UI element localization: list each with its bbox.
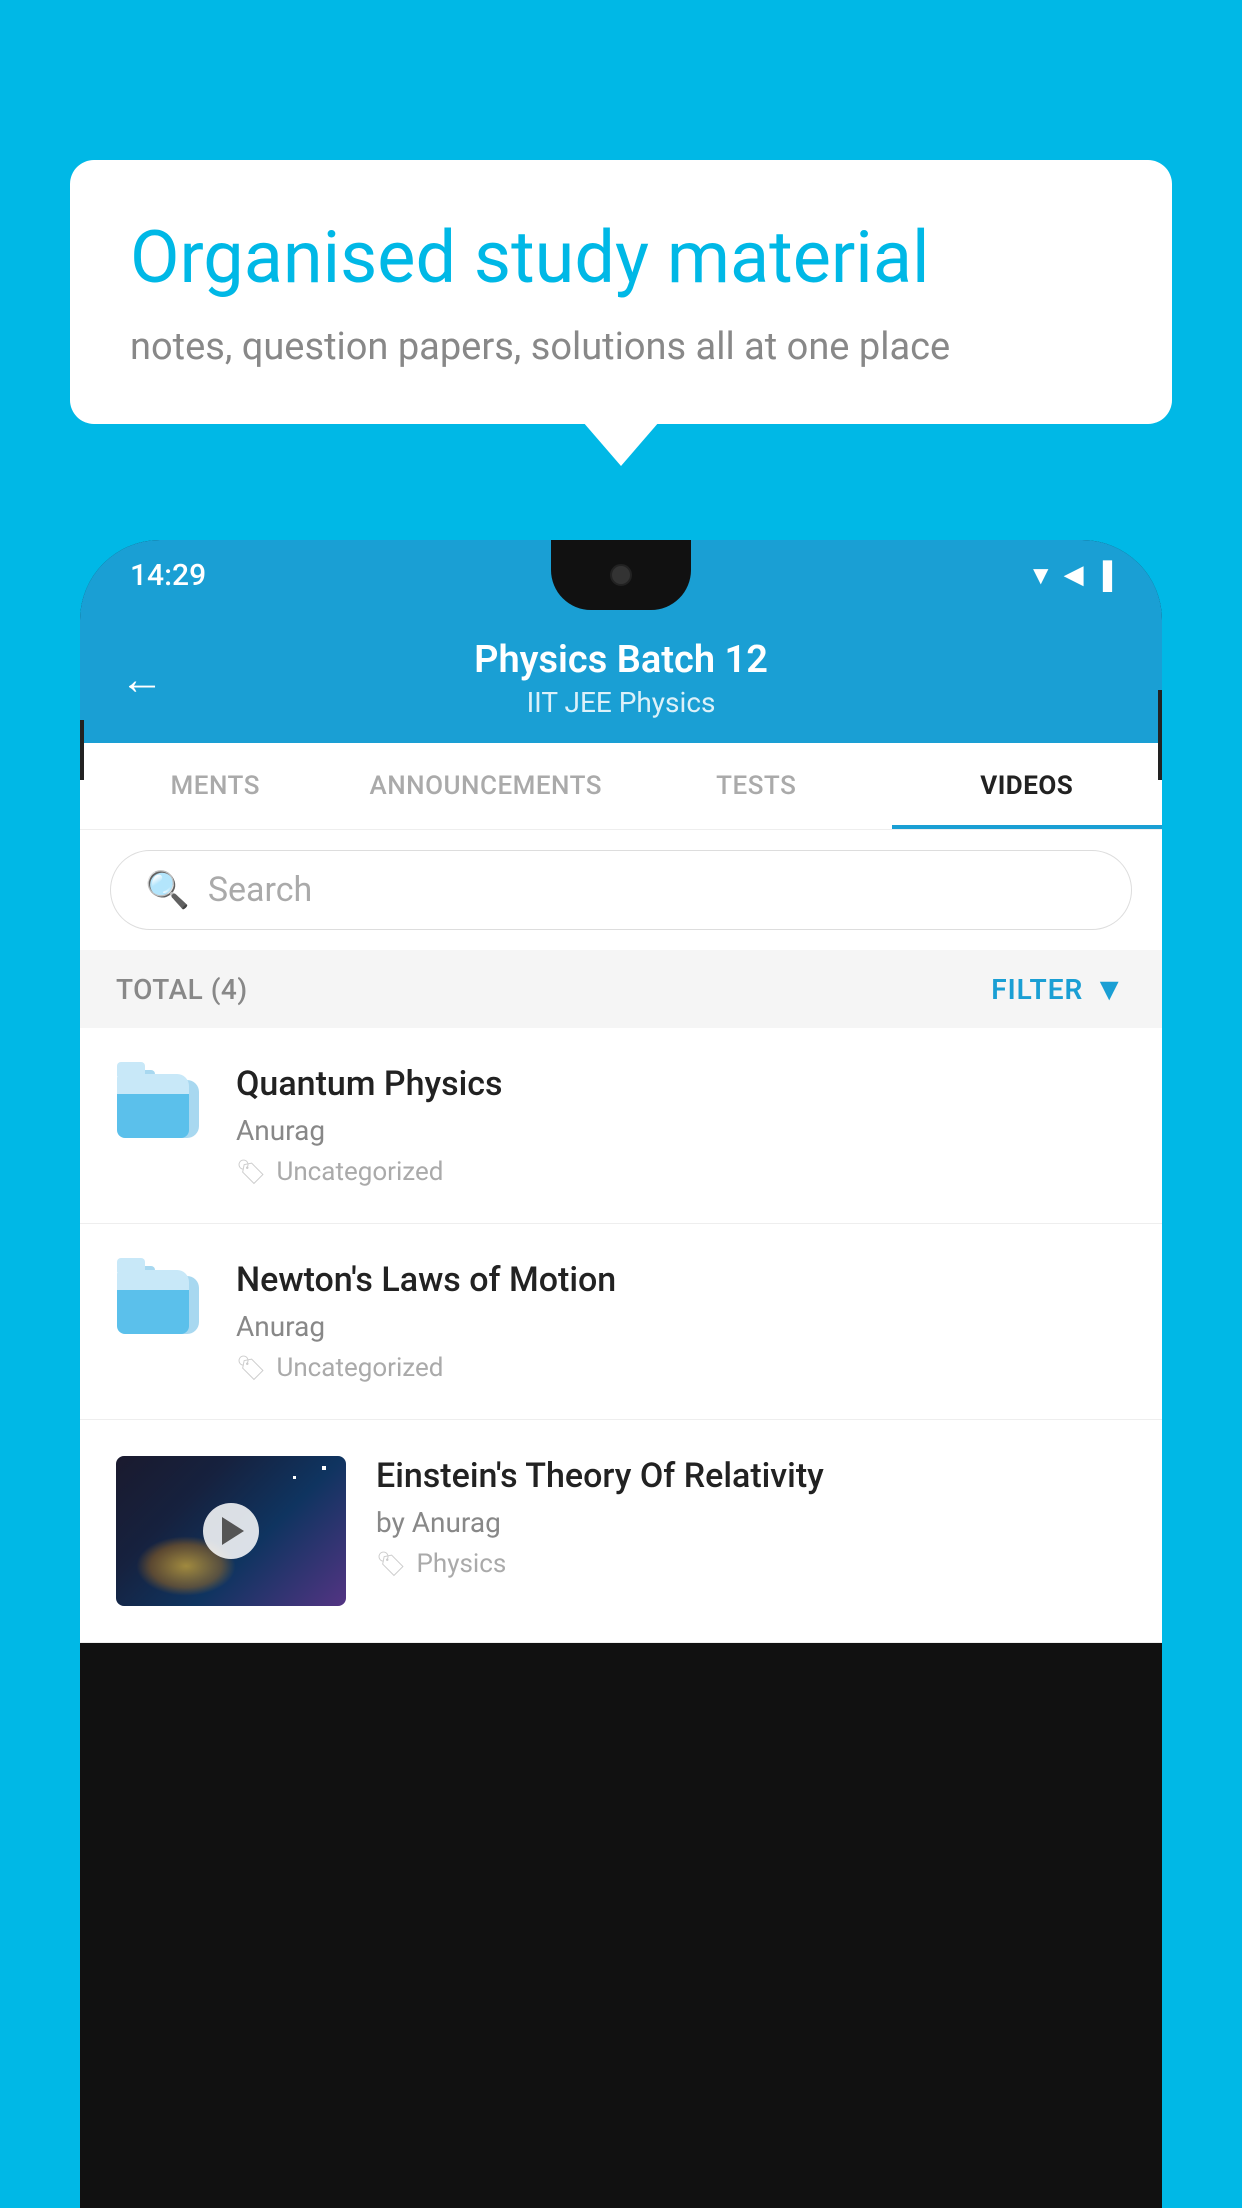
tag-icon: 🏷 bbox=[236, 1158, 266, 1186]
folder-front bbox=[117, 1094, 189, 1138]
tab-announcements[interactable]: ANNOUNCEMENTS bbox=[351, 743, 622, 829]
item-info-einstein: Einstein's Theory Of Relativity by Anura… bbox=[376, 1456, 1126, 1579]
front-camera bbox=[610, 564, 632, 586]
back-button[interactable]: ← bbox=[120, 657, 164, 701]
item-author: by Anurag bbox=[376, 1506, 1126, 1539]
tab-tests[interactable]: TESTS bbox=[621, 743, 892, 829]
battery-icon: ▐ bbox=[1094, 560, 1112, 591]
total-count-label: TOTAL (4) bbox=[116, 973, 248, 1006]
item-tag: 🏷 Physics bbox=[376, 1549, 1126, 1579]
notch bbox=[551, 540, 691, 610]
video-list: Quantum Physics Anurag 🏷 Uncategorized bbox=[80, 1028, 1162, 1643]
list-item[interactable]: Newton's Laws of Motion Anurag 🏷 Uncateg… bbox=[80, 1224, 1162, 1420]
status-time: 14:29 bbox=[130, 558, 206, 593]
item-thumbnail-newton bbox=[116, 1260, 206, 1360]
search-bar-wrapper: 🔍 Search bbox=[80, 830, 1162, 950]
status-icons: ▼ ◀ ▐ bbox=[1028, 560, 1112, 591]
item-info-quantum: Quantum Physics Anurag 🏷 Uncategorized bbox=[236, 1064, 1126, 1187]
item-title: Quantum Physics bbox=[236, 1064, 1126, 1104]
app-header: ← Physics Batch 12 IIT JEE Physics bbox=[80, 610, 1162, 743]
filter-button[interactable]: FILTER ▼ bbox=[991, 970, 1126, 1008]
item-tag-label: Uncategorized bbox=[276, 1157, 443, 1187]
filter-label: FILTER bbox=[991, 973, 1083, 1006]
folder-front bbox=[117, 1290, 189, 1334]
item-title: Newton's Laws of Motion bbox=[236, 1260, 1126, 1300]
tab-videos[interactable]: VIDEOS bbox=[892, 743, 1163, 829]
tabs-bar: MENTS ANNOUNCEMENTS TESTS VIDEOS bbox=[80, 743, 1162, 830]
header-title-group: Physics Batch 12 IIT JEE Physics bbox=[184, 638, 1058, 719]
wifi-icon: ▼ bbox=[1028, 560, 1054, 591]
item-thumbnail-quantum bbox=[116, 1064, 206, 1164]
item-info-newton: Newton's Laws of Motion Anurag 🏷 Uncateg… bbox=[236, 1260, 1126, 1383]
header-subtitle: IIT JEE Physics bbox=[184, 686, 1058, 719]
filter-bar: TOTAL (4) FILTER ▼ bbox=[80, 950, 1162, 1028]
filter-icon: ▼ bbox=[1093, 970, 1126, 1008]
tab-ments[interactable]: MENTS bbox=[80, 743, 351, 829]
star-2 bbox=[293, 1476, 296, 1479]
folder-icon bbox=[117, 1070, 205, 1158]
item-tag-label: Uncategorized bbox=[276, 1353, 443, 1383]
item-tag: 🏷 Uncategorized bbox=[236, 1353, 1126, 1383]
folder-icon bbox=[117, 1266, 205, 1354]
tag-icon: 🏷 bbox=[376, 1550, 406, 1578]
folder-main bbox=[117, 1074, 189, 1132]
item-author: Anurag bbox=[236, 1310, 1126, 1343]
folder-main bbox=[117, 1270, 189, 1328]
signal-icon: ◀ bbox=[1064, 560, 1084, 590]
tab-tests-label: TESTS bbox=[716, 771, 796, 801]
list-item[interactable]: Quantum Physics Anurag 🏷 Uncategorized bbox=[80, 1028, 1162, 1224]
tab-videos-label: VIDEOS bbox=[980, 771, 1073, 801]
header-title: Physics Batch 12 bbox=[184, 638, 1058, 682]
tab-ments-label: MENTS bbox=[171, 771, 260, 801]
star-1 bbox=[322, 1466, 326, 1470]
phone-shell: 14:29 ▼ ◀ ▐ ← Physics Batch 12 IIT JEE P… bbox=[80, 540, 1162, 2208]
search-input[interactable]: Search bbox=[208, 870, 1097, 910]
play-button[interactable] bbox=[203, 1503, 259, 1559]
tag-icon: 🏷 bbox=[236, 1354, 266, 1382]
search-bar[interactable]: 🔍 Search bbox=[110, 850, 1132, 930]
status-bar: 14:29 ▼ ◀ ▐ bbox=[80, 540, 1162, 610]
item-video-thumbnail-einstein bbox=[116, 1456, 346, 1606]
list-item[interactable]: Einstein's Theory Of Relativity by Anura… bbox=[80, 1420, 1162, 1643]
speech-bubble-title: Organised study material bbox=[130, 215, 1112, 301]
search-icon: 🔍 bbox=[145, 869, 190, 911]
item-author: Anurag bbox=[236, 1114, 1126, 1147]
speech-bubble: Organised study material notes, question… bbox=[70, 160, 1172, 424]
play-icon bbox=[222, 1517, 244, 1545]
tab-announcements-label: ANNOUNCEMENTS bbox=[369, 771, 602, 801]
item-title: Einstein's Theory Of Relativity bbox=[376, 1456, 1126, 1496]
speech-bubble-subtitle: notes, question papers, solutions all at… bbox=[130, 325, 1112, 369]
item-tag-label: Physics bbox=[416, 1549, 506, 1579]
item-tag: 🏷 Uncategorized bbox=[236, 1157, 1126, 1187]
